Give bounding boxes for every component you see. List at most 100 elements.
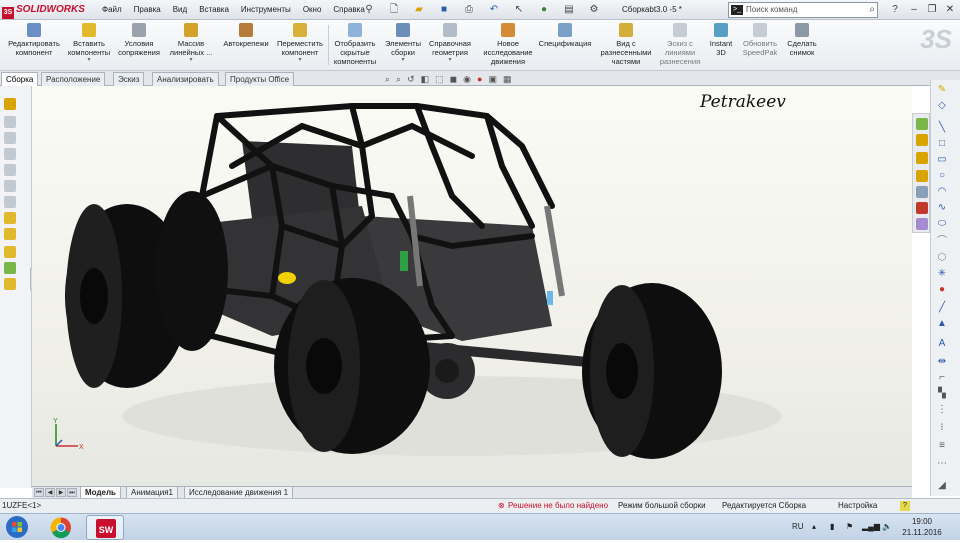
- status-error[interactable]: Решение не было найдено: [508, 499, 608, 513]
- mirror-entities-icon[interactable]: ⇹: [936, 356, 948, 368]
- appearance-icon[interactable]: ●: [477, 73, 482, 85]
- system-clock[interactable]: 19:00 21.11.2016: [896, 516, 948, 538]
- circle-icon[interactable]: ○: [936, 170, 948, 182]
- menu-insert[interactable]: Вставка: [193, 0, 235, 20]
- design-library-icon[interactable]: [916, 152, 928, 164]
- notification-icon[interactable]: ▮: [830, 514, 834, 540]
- line-icon[interactable]: ╲: [936, 122, 948, 134]
- interference-icon[interactable]: [4, 262, 16, 274]
- quick-snaps-icon[interactable]: ◢: [936, 480, 948, 492]
- command-search-input[interactable]: >_ Поиск команд ⌕: [728, 2, 878, 18]
- minimize-icon[interactable]: –: [906, 2, 922, 18]
- chamfer-icon[interactable]: [4, 196, 16, 208]
- display-relations-icon[interactable]: ⋯: [936, 458, 948, 470]
- show-hidden-components-button[interactable]: Отобразить скрытые компоненты: [330, 23, 380, 69]
- smart-dimension-icon[interactable]: ◇: [936, 100, 948, 112]
- last-tab-arrow-icon[interactable]: ⏭: [67, 488, 77, 497]
- construction-geometry-icon[interactable]: ╱: [936, 302, 948, 314]
- sketch-pencil-icon[interactable]: ✎: [936, 84, 948, 96]
- scene-icon[interactable]: ▣: [488, 73, 497, 85]
- slot-icon[interactable]: ▭: [936, 154, 948, 166]
- menu-view[interactable]: Вид: [167, 0, 193, 20]
- open-folder-icon[interactable]: ▰: [408, 2, 430, 18]
- rebuild-icon[interactable]: ●: [533, 2, 555, 18]
- graphics-area[interactable]: Petrakeev Y X: [32, 86, 912, 488]
- tab-evaluate[interactable]: Анализировать: [152, 72, 219, 86]
- sketch-appearance-icon[interactable]: ●: [936, 284, 948, 296]
- first-tab-arrow-icon[interactable]: ⏮: [34, 488, 44, 497]
- edit-component-button[interactable]: Редактировать компонент: [4, 23, 64, 69]
- instant3d-button[interactable]: Instant 3D: [706, 23, 736, 69]
- assembly-features-button[interactable]: Элементы сборки ▾: [382, 23, 424, 69]
- network-icon[interactable]: ▂▄▆: [862, 514, 880, 540]
- search-icon[interactable]: ⌕: [869, 3, 875, 17]
- show-hidden-icons-icon[interactable]: ▴: [812, 514, 816, 540]
- previous-view-icon[interactable]: ↺: [407, 73, 415, 85]
- solidworks-logo[interactable]: 3S SOLIDWORKS: [2, 2, 90, 19]
- explode-line-sketch-button[interactable]: Эскиз с линиями разнесения: [656, 23, 704, 69]
- menu-tools[interactable]: Инструменты: [235, 0, 297, 20]
- smart-fasteners-button[interactable]: Автокрепежи: [220, 23, 272, 69]
- buggy-3d-model[interactable]: [32, 86, 912, 488]
- insert-components-button[interactable]: Вставить компоненты ▾: [64, 23, 114, 69]
- mass-properties-icon[interactable]: [4, 246, 16, 258]
- ellipse-icon[interactable]: ⬭: [936, 218, 948, 230]
- extrude-icon[interactable]: [4, 116, 16, 128]
- tab-office-products[interactable]: Продукты Office: [225, 72, 295, 86]
- tab-assembly[interactable]: Сборка: [1, 72, 39, 86]
- mate-button[interactable]: Условия сопряжения: [116, 23, 162, 69]
- text-icon[interactable]: A: [936, 338, 948, 350]
- undo-icon[interactable]: ↶: [483, 2, 505, 18]
- file-explorer-icon[interactable]: [916, 170, 928, 182]
- move-entities-icon[interactable]: ≡: [936, 440, 948, 452]
- measure-icon[interactable]: [4, 228, 16, 240]
- sweep-icon[interactable]: [4, 148, 16, 160]
- linear-sketch-pattern-icon[interactable]: ⁝: [936, 422, 948, 434]
- solidworks-resources-icon[interactable]: [916, 118, 928, 130]
- reference-geometry-button[interactable]: Справочная геометрия ▾: [426, 23, 474, 69]
- select-cursor-icon[interactable]: ↖: [508, 2, 530, 18]
- revolve-icon[interactable]: [4, 132, 16, 144]
- new-document-icon[interactable]: 🗋: [383, 2, 405, 18]
- home-icon[interactable]: [916, 134, 928, 146]
- flag-icon[interactable]: ⚑: [846, 514, 853, 540]
- arc-icon[interactable]: ◠: [936, 186, 948, 198]
- convert-entities-icon[interactable]: ▚: [936, 388, 948, 400]
- trim-entities-icon[interactable]: ⋮: [936, 404, 948, 416]
- save-icon[interactable]: ■: [433, 2, 455, 18]
- polygon-icon[interactable]: ⬡: [936, 252, 948, 264]
- custom-properties-icon[interactable]: [916, 218, 928, 230]
- volume-icon[interactable]: 🔈: [882, 514, 892, 540]
- fillet-sketch-icon[interactable]: ⌒: [936, 236, 948, 248]
- restore-icon[interactable]: ❐: [924, 2, 940, 18]
- zoom-area-icon[interactable]: ⌕: [396, 73, 401, 85]
- update-speedpak-button[interactable]: Обновить SpeedPak: [740, 23, 780, 69]
- status-error-icon[interactable]: ⊗: [498, 499, 505, 513]
- exploded-view-button[interactable]: Вид с разнесенными частями: [598, 23, 654, 69]
- move-component-button[interactable]: Переместить компонент ▾: [274, 23, 326, 69]
- chrome-taskbar-button[interactable]: [42, 515, 80, 540]
- solidworks-taskbar-button[interactable]: SW: [86, 515, 124, 540]
- sketch-icon[interactable]: [4, 98, 16, 110]
- chevron-down-icon[interactable]: ▾: [274, 57, 326, 63]
- prev-tab-arrow-icon[interactable]: ◀: [45, 488, 55, 497]
- view-palette-icon[interactable]: [916, 186, 928, 198]
- chevron-down-icon[interactable]: ▾: [64, 57, 114, 63]
- menu-file[interactable]: Файл: [96, 0, 128, 20]
- linear-pattern-button[interactable]: Массив линейных ... ▾: [166, 23, 216, 69]
- offset-entities-icon[interactable]: ⌐: [936, 372, 948, 384]
- point-icon[interactable]: ✳: [936, 268, 948, 280]
- menu-window[interactable]: Окно: [297, 0, 328, 20]
- appearances-icon[interactable]: [916, 202, 928, 214]
- file-properties-icon[interactable]: ▤: [558, 2, 580, 18]
- rectangle-icon[interactable]: □: [936, 138, 948, 150]
- help-status-icon[interactable]: ?: [900, 501, 910, 511]
- options-gear-icon[interactable]: ⚙: [583, 2, 605, 18]
- chevron-down-icon[interactable]: ▾: [166, 57, 216, 63]
- take-snapshot-button[interactable]: Сделать снимок: [782, 23, 822, 69]
- zoom-to-fit-icon[interactable]: ⌕: [385, 73, 390, 85]
- tab-sketch[interactable]: Эскиз: [113, 72, 145, 86]
- smart-dimension-icon[interactable]: [4, 278, 16, 290]
- next-tab-arrow-icon[interactable]: ▶: [56, 488, 66, 497]
- start-button-icon[interactable]: [4, 515, 30, 539]
